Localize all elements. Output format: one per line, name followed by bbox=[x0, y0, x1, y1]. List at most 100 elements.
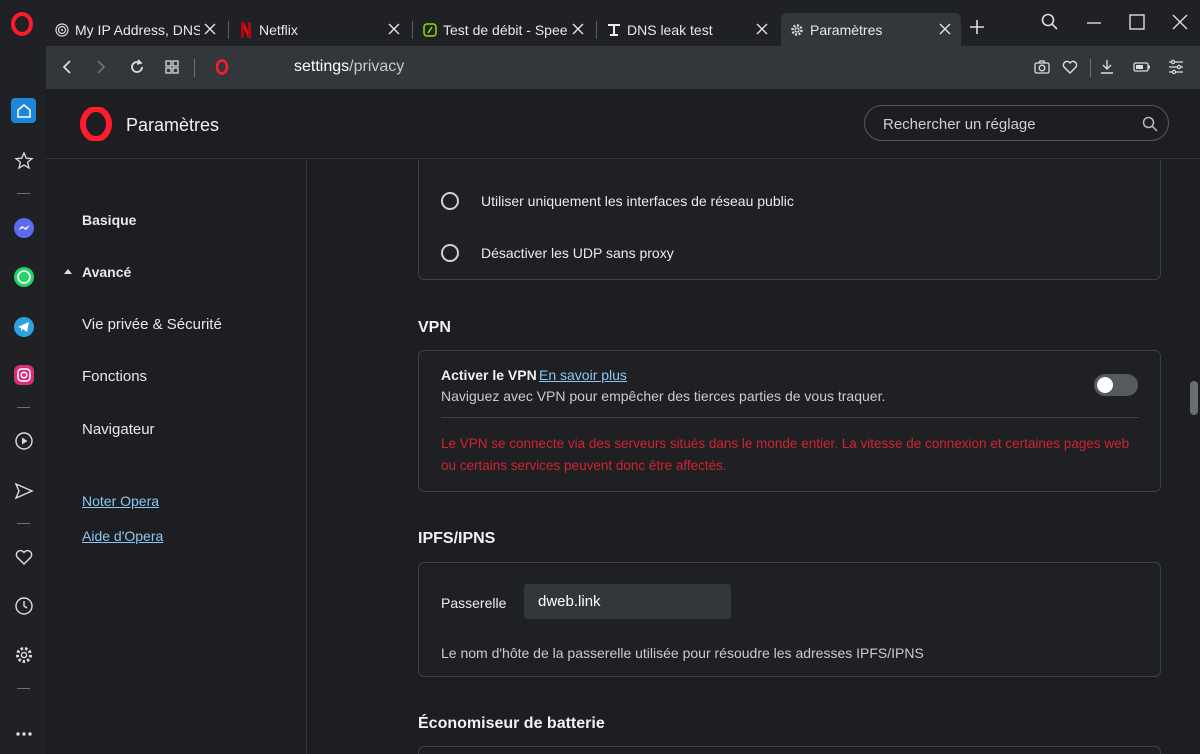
sidebar-more[interactable] bbox=[11, 721, 36, 746]
close-tab-icon[interactable] bbox=[937, 21, 953, 37]
url-host: settings bbox=[294, 58, 350, 75]
search-input[interactable] bbox=[883, 114, 1123, 134]
close-tab-icon[interactable] bbox=[754, 21, 770, 37]
vpn-divider bbox=[441, 417, 1139, 418]
nav-features[interactable]: Fonctions bbox=[82, 368, 147, 385]
settings-content: Utiliser uniquement les interfaces de ré… bbox=[307, 160, 1200, 754]
close-window-icon[interactable] bbox=[1170, 12, 1190, 32]
sidebar-messenger[interactable] bbox=[11, 215, 36, 240]
tab-title: Paramètres bbox=[810, 21, 883, 38]
telegram-icon bbox=[13, 316, 34, 337]
messenger-icon bbox=[13, 217, 34, 238]
star-icon bbox=[13, 150, 34, 169]
tab-search-icon[interactable] bbox=[1040, 12, 1060, 32]
sidebar-divider bbox=[17, 407, 30, 408]
url-path: /privacy bbox=[349, 58, 405, 75]
close-tab-icon[interactable] bbox=[386, 21, 402, 37]
tab-netflix[interactable]: Netflix bbox=[230, 13, 410, 46]
back-icon[interactable] bbox=[57, 57, 77, 77]
vpn-label: Activer le VPN bbox=[441, 367, 537, 383]
close-tab-icon[interactable] bbox=[570, 21, 586, 37]
sidebar-divider bbox=[17, 688, 30, 689]
tab-divider bbox=[228, 21, 229, 39]
whatsapp-icon bbox=[13, 266, 34, 287]
close-tab-icon[interactable] bbox=[202, 21, 218, 37]
sidebar-history[interactable] bbox=[11, 593, 36, 618]
radio-button[interactable] bbox=[441, 244, 459, 262]
opera-logo-icon bbox=[80, 107, 112, 141]
battery-section-title: Économiseur de batterie bbox=[418, 715, 605, 732]
sidebar-favorites[interactable] bbox=[11, 544, 36, 569]
sidebar-flow[interactable] bbox=[11, 478, 36, 503]
gateway-description: Le nom d'hôte de la passerelle utilisée … bbox=[441, 645, 924, 661]
sidebar-divider bbox=[17, 193, 30, 194]
scrollbar-thumb[interactable] bbox=[1190, 381, 1198, 415]
vpn-toggle[interactable] bbox=[1094, 374, 1138, 396]
ipfs-card: Passerelle Le nom d'hôte de la passerell… bbox=[418, 562, 1161, 677]
forward-icon[interactable] bbox=[91, 57, 111, 77]
dns-leak-icon bbox=[606, 22, 622, 38]
minimize-icon[interactable] bbox=[1084, 12, 1104, 32]
search-icon bbox=[1142, 116, 1158, 132]
netflix-icon bbox=[238, 21, 254, 38]
tab-strip: My IP Address, DNS L Netflix Test de déb… bbox=[0, 0, 1200, 46]
vpn-section-title: VPN bbox=[418, 319, 451, 336]
gear-icon bbox=[15, 646, 32, 663]
snapshot-camera-icon[interactable] bbox=[1032, 57, 1052, 77]
nav-basic[interactable]: Basique bbox=[82, 212, 136, 228]
radio-public-interfaces[interactable]: Utiliser uniquement les interfaces de ré… bbox=[441, 192, 794, 210]
battery-card bbox=[418, 746, 1161, 754]
tab-divider bbox=[412, 21, 413, 39]
vpn-learn-more-link[interactable]: En savoir plus bbox=[539, 367, 627, 383]
opera-page-icon bbox=[215, 59, 229, 75]
clock-icon bbox=[14, 596, 33, 615]
sidebar-whatsapp[interactable] bbox=[11, 264, 36, 289]
speedtest-icon bbox=[422, 22, 438, 38]
speed-dial-grid-icon[interactable] bbox=[162, 57, 182, 77]
sidebar-divider bbox=[17, 523, 30, 524]
download-icon[interactable] bbox=[1097, 57, 1117, 77]
sidebar-telegram[interactable] bbox=[11, 314, 36, 339]
send-icon bbox=[14, 482, 34, 499]
radio-button[interactable] bbox=[441, 192, 459, 210]
nav-advanced[interactable]: Avancé bbox=[82, 264, 131, 280]
nav-privacy-security[interactable]: Vie privée & Sécurité bbox=[82, 316, 222, 333]
webrtc-options-card: Utiliser uniquement les interfaces de ré… bbox=[418, 160, 1161, 280]
sidebar-home[interactable] bbox=[11, 98, 36, 123]
fingerprint-icon bbox=[54, 22, 70, 38]
vpn-description: Naviguez avec VPN pour empêcher des tier… bbox=[441, 388, 886, 404]
easy-setup-icon[interactable] bbox=[1166, 57, 1186, 77]
tab-speedtest[interactable]: Test de débit - Speed bbox=[414, 13, 594, 46]
tab-parametres[interactable]: Paramètres bbox=[781, 13, 961, 46]
tab-title: Netflix bbox=[259, 21, 298, 38]
settings-search[interactable] bbox=[864, 105, 1169, 141]
opera-menu-button[interactable] bbox=[10, 12, 34, 36]
vpn-warning: Le VPN se connecte via des serveurs situ… bbox=[441, 436, 1130, 473]
tab-divider bbox=[596, 21, 597, 39]
sidebar-player[interactable] bbox=[11, 428, 36, 453]
gear-icon bbox=[789, 22, 805, 38]
gateway-input[interactable] bbox=[524, 584, 731, 619]
page-title: Paramètres bbox=[126, 115, 220, 135]
reload-icon[interactable] bbox=[127, 57, 147, 77]
maximize-icon[interactable] bbox=[1127, 12, 1147, 32]
radio-label: Désactiver les UDP sans proxy bbox=[481, 245, 674, 261]
sidebar-instagram[interactable] bbox=[11, 362, 36, 387]
address-toolbar: settings/privacy bbox=[46, 46, 1200, 89]
new-tab-plus-icon[interactable] bbox=[968, 18, 986, 36]
bookmark-heart-icon[interactable] bbox=[1060, 57, 1080, 77]
nav-browser[interactable]: Navigateur bbox=[82, 421, 155, 438]
battery-saver-icon[interactable] bbox=[1132, 57, 1152, 77]
rate-opera-link[interactable]: Noter Opera bbox=[82, 493, 159, 509]
tab-dns-leak[interactable]: DNS leak test bbox=[598, 13, 778, 46]
gateway-label: Passerelle bbox=[441, 595, 507, 611]
opera-help-link[interactable]: Aide d'Opera bbox=[82, 528, 163, 544]
sidebar-settings[interactable] bbox=[11, 642, 36, 667]
instagram-icon bbox=[13, 364, 34, 385]
tab-my-ip[interactable]: My IP Address, DNS L bbox=[46, 13, 226, 46]
vpn-card: Activer le VPN En savoir plus Naviguez a… bbox=[418, 350, 1161, 492]
settings-header: Paramètres bbox=[46, 89, 1200, 159]
sidebar-bookmarks[interactable] bbox=[11, 148, 36, 173]
address-bar[interactable]: settings/privacy bbox=[294, 58, 404, 76]
radio-disable-udp[interactable]: Désactiver les UDP sans proxy bbox=[441, 244, 674, 262]
